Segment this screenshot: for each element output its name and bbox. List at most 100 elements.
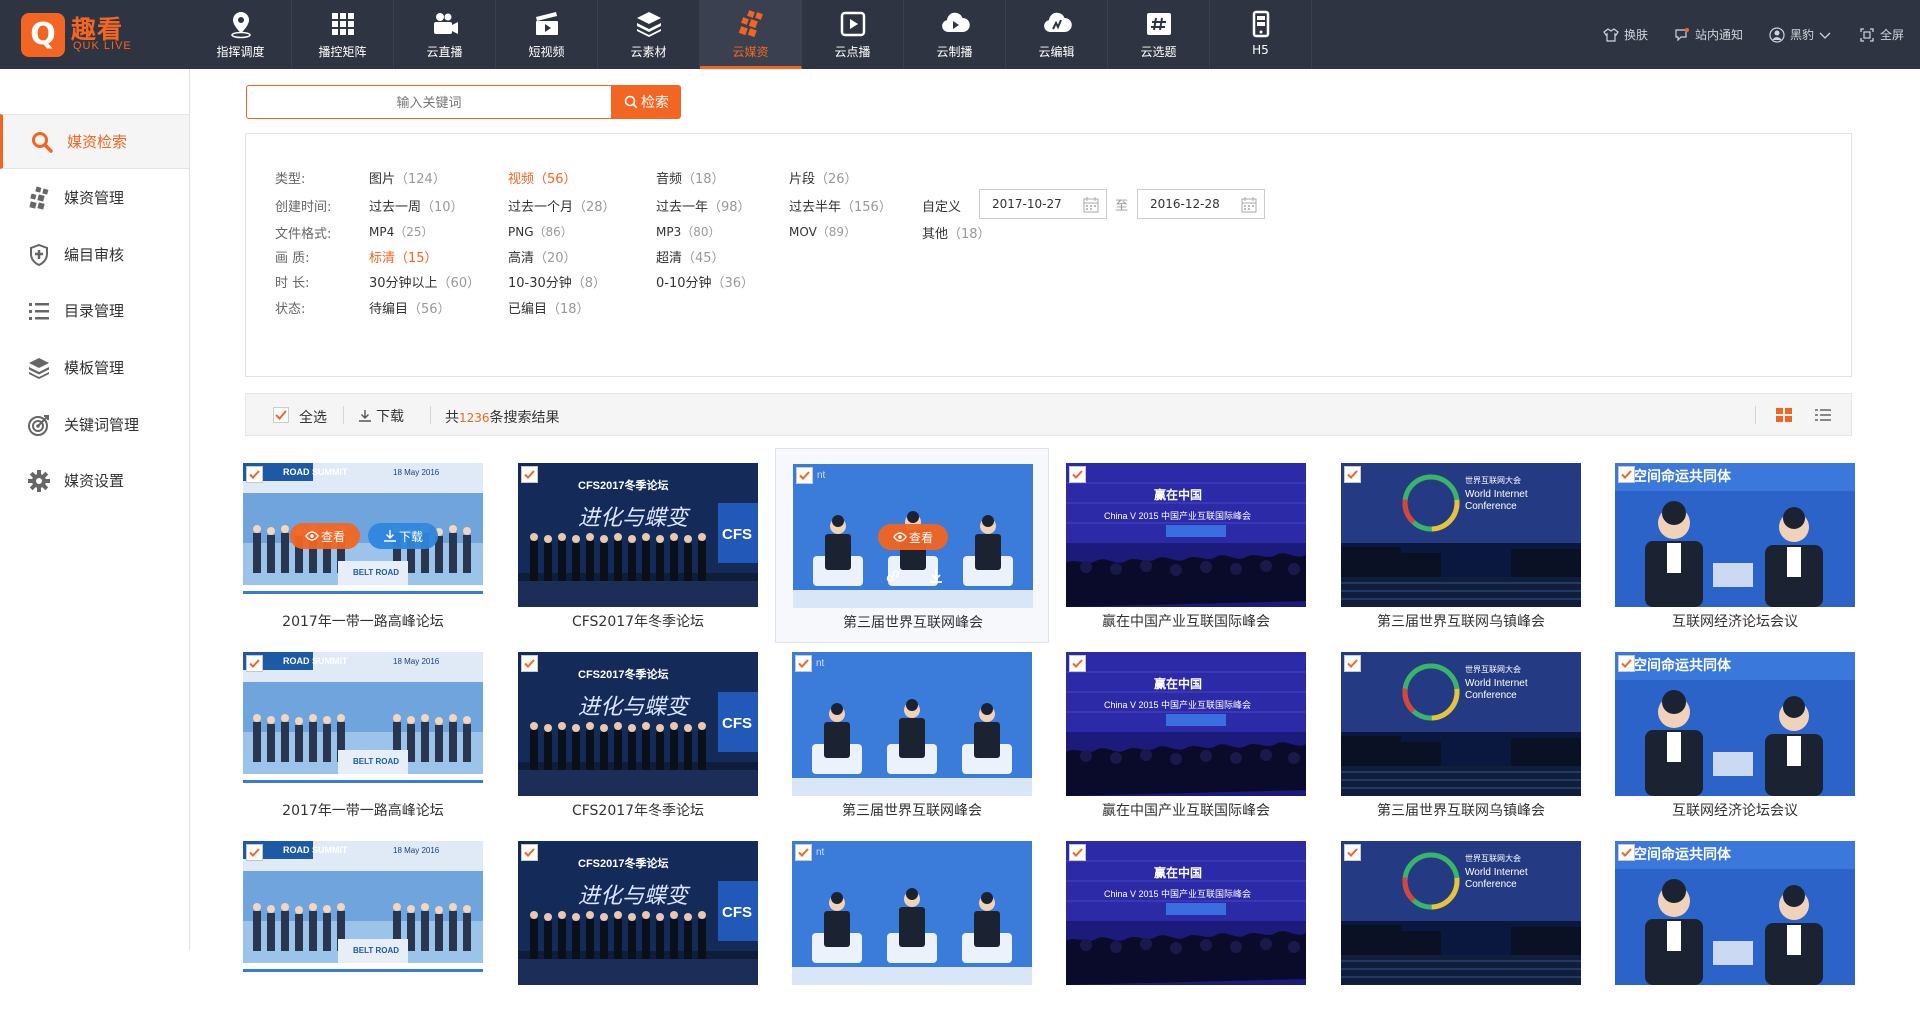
media-checkbox[interactable] — [1344, 655, 1361, 672]
media-checkbox[interactable] — [521, 655, 538, 672]
filter-option[interactable]: MP3（80） — [656, 223, 721, 240]
nav-item-media[interactable]: 云媒资 — [700, 0, 802, 69]
media-thumbnail[interactable]: 赢在中国 China V 2015 中国产业互联国际峰会 — [1066, 652, 1306, 796]
filter-option[interactable]: 视频（56） — [508, 168, 577, 187]
date-from-field[interactable]: 2017-10-27 — [979, 189, 1107, 219]
media-card[interactable]: 空间命运共同体 — [1598, 826, 1872, 1021]
media-checkbox[interactable] — [1618, 466, 1635, 483]
media-checkbox[interactable] — [246, 844, 263, 861]
nav-item-editor[interactable]: 云编辑 — [1006, 0, 1108, 69]
search-input[interactable] — [247, 86, 611, 118]
media-thumbnail[interactable]: 空间命运共同体 — [1615, 841, 1855, 985]
media-card[interactable]: 空间命运共同体 互联网经济论坛会议 — [1598, 637, 1872, 832]
filter-option[interactable]: 超清（45） — [656, 247, 725, 266]
nav-item-short-video[interactable]: 短视频 — [496, 0, 598, 69]
media-thumbnail[interactable]: ROAD SUMMIT 18 May 2016 BELT ROAD — [243, 463, 483, 607]
filter-option[interactable]: 已编目（18） — [508, 298, 590, 317]
media-checkbox[interactable] — [246, 466, 263, 483]
filter-option[interactable]: PNG（86） — [508, 223, 573, 240]
link-icon[interactable] — [884, 567, 902, 585]
nav-item-material[interactable]: 云素材 — [598, 0, 700, 69]
media-card[interactable]: CFS2017冬季论坛 进化与蝶变 CFS — [501, 826, 775, 1021]
media-checkbox[interactable] — [1344, 466, 1361, 483]
media-thumbnail[interactable]: 赢在中国 China V 2015 中国产业互联国际峰会 — [1066, 841, 1306, 985]
media-card[interactable]: ROAD SUMMIT 18 May 2016 BELT ROAD — [226, 826, 500, 1021]
date-to-field[interactable]: 2016-12-28 — [1137, 189, 1265, 219]
filter-option[interactable]: 过去一年（98） — [656, 196, 751, 215]
skin-button[interactable]: 换肤 — [1603, 26, 1648, 43]
filter-option[interactable]: 标清（15） — [369, 247, 438, 266]
filter-option[interactable]: 其他（18） — [922, 223, 991, 242]
media-checkbox[interactable] — [521, 844, 538, 861]
media-thumbnail[interactable]: CFS2017冬季论坛 进化与蝶变 CFS — [518, 652, 758, 796]
filter-option[interactable]: 图片（124） — [369, 168, 446, 187]
sidebar-item-media-search[interactable]: 媒资检索 — [0, 114, 189, 169]
media-thumbnail[interactable]: nt — [792, 652, 1032, 796]
sidebar-item-settings[interactable]: 媒资设置 — [0, 453, 189, 508]
filter-option[interactable]: 过去一个月（28） — [508, 196, 616, 215]
download-icon[interactable] — [927, 567, 945, 585]
nav-item-dispatch[interactable]: 指挥调度 — [190, 0, 292, 69]
media-card[interactable]: 世界互联网大会 World Internet Conference 第三届世界互… — [1324, 637, 1598, 832]
media-checkbox[interactable] — [795, 844, 812, 861]
media-card[interactable]: 赢在中国 China V 2015 中国产业互联国际峰会 赢在中国产业互联国际峰… — [1049, 448, 1323, 643]
sidebar-item-directory[interactable]: 目录管理 — [0, 283, 189, 338]
media-checkbox[interactable] — [1069, 466, 1086, 483]
media-thumbnail[interactable]: 空间命运共同体 — [1615, 652, 1855, 796]
sidebar-item-catalog-review[interactable]: 编目审核 — [0, 227, 189, 282]
media-card[interactable]: nt 第三届世界互联网峰会 — [775, 637, 1049, 832]
media-checkbox[interactable] — [1618, 844, 1635, 861]
media-checkbox[interactable] — [1069, 655, 1086, 672]
media-thumbnail[interactable]: nt — [792, 841, 1032, 985]
media-card[interactable]: 赢在中国 China V 2015 中国产业互联国际峰会 赢在中国产业互联国际峰… — [1049, 637, 1323, 832]
media-checkbox[interactable] — [1618, 655, 1635, 672]
filter-option[interactable]: 音频（18） — [656, 168, 725, 187]
filter-option[interactable]: 30分钟以上（60） — [369, 272, 480, 291]
media-thumbnail[interactable]: ROAD SUMMIT 18 May 2016 BELT ROAD — [243, 841, 483, 985]
media-thumbnail[interactable]: 空间命运共同体 — [1615, 463, 1855, 607]
nav-item-vod[interactable]: 云点播 — [802, 0, 904, 69]
media-checkbox[interactable] — [796, 467, 813, 484]
list-view-icon[interactable] — [1814, 406, 1832, 424]
media-card[interactable]: CFS2017冬季论坛 进化与蝶变 CFS CFS2017年冬季论坛 — [501, 448, 775, 643]
filter-option[interactable]: 过去一周（10） — [369, 196, 464, 215]
sidebar-item-template[interactable]: 模板管理 — [0, 340, 189, 395]
media-card[interactable]: 世界互联网大会 World Internet Conference 第三届世界互… — [1324, 448, 1598, 643]
media-card[interactable]: CFS2017冬季论坛 进化与蝶变 CFS CFS2017年冬季论坛 — [501, 637, 775, 832]
filter-option[interactable]: 待编目（56） — [369, 298, 451, 317]
fullscreen-button[interactable]: 全屏 — [1859, 26, 1904, 43]
filter-option-custom[interactable]: 自定义 — [922, 196, 961, 215]
grid-view-icon[interactable] — [1775, 406, 1793, 424]
nav-item-production[interactable]: 云制播 — [904, 0, 1006, 69]
select-all-checkbox[interactable] — [273, 407, 289, 423]
media-card[interactable]: 世界互联网大会 World Internet Conference — [1324, 826, 1598, 1021]
filter-option[interactable]: 片段（26） — [789, 168, 858, 187]
media-thumbnail[interactable]: 世界互联网大会 World Internet Conference — [1341, 463, 1581, 607]
media-card[interactable]: 赢在中国 China V 2015 中国产业互联国际峰会 — [1049, 826, 1323, 1021]
media-thumbnail[interactable]: CFS2017冬季论坛 进化与蝶变 CFS — [518, 463, 758, 607]
batch-download-button[interactable]: 下载 — [358, 406, 404, 426]
media-checkbox[interactable] — [521, 466, 538, 483]
user-menu[interactable]: 黑豹 — [1769, 26, 1833, 43]
filter-option[interactable]: 10-30分钟（8） — [508, 272, 606, 291]
media-card[interactable]: ROAD SUMMIT 18 May 2016 BELT ROAD 2017年一… — [226, 637, 500, 832]
media-thumbnail[interactable]: CFS2017冬季论坛 进化与蝶变 CFS — [518, 841, 758, 985]
notice-button[interactable]: 站内通知 — [1674, 26, 1743, 43]
search-button[interactable]: 检索 — [611, 85, 681, 119]
filter-option[interactable]: MOV（89） — [789, 223, 856, 240]
filter-option[interactable]: MP4（25） — [369, 223, 434, 240]
filter-option[interactable]: 高清（20） — [508, 247, 577, 266]
sidebar-item-keywords[interactable]: 关键词管理 — [0, 397, 189, 452]
download-button[interactable]: 下载 — [368, 523, 438, 549]
nav-item-live[interactable]: 云直播 — [394, 0, 496, 69]
media-thumbnail[interactable]: 世界互联网大会 World Internet Conference — [1341, 652, 1581, 796]
sidebar-item-media-manage[interactable]: 媒资管理 — [0, 170, 189, 225]
view-button[interactable]: 查看 — [878, 524, 948, 550]
media-thumbnail[interactable]: 赢在中国 China V 2015 中国产业互联国际峰会 — [1066, 463, 1306, 607]
brand-logo[interactable]: Q 趣看 QUK LIVE — [21, 13, 151, 57]
nav-item-h5[interactable]: H5 — [1210, 0, 1312, 69]
media-checkbox[interactable] — [1344, 844, 1361, 861]
filter-option[interactable]: 过去半年（156） — [789, 196, 892, 215]
filter-option[interactable]: 0-10分钟（36） — [656, 272, 754, 291]
nav-item-topics[interactable]: 云选题 — [1108, 0, 1210, 69]
